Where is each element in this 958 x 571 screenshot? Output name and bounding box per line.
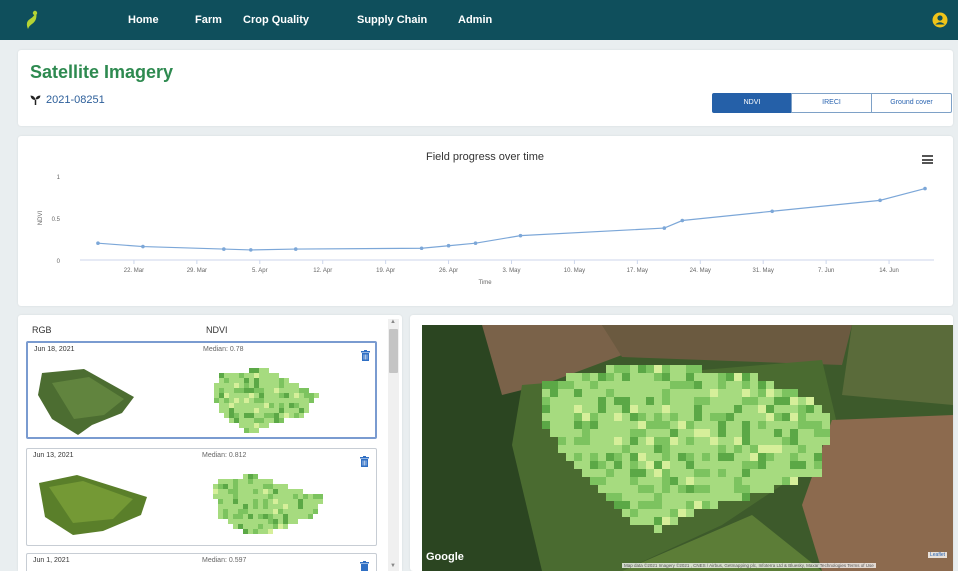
image-card-3[interactable]: Jun 1, 2021 Median: 0.597	[26, 553, 377, 571]
trash-icon[interactable]	[360, 561, 369, 571]
x-tick-label: 22. Mar	[124, 268, 144, 274]
trash-icon[interactable]	[360, 456, 369, 467]
data-point	[446, 243, 451, 248]
field-identifier: 2021-08251	[30, 94, 105, 106]
image-median: Median: 0.812	[202, 452, 247, 459]
ndvi-thumbnail	[214, 368, 319, 433]
nav-home[interactable]: Home	[128, 0, 159, 40]
data-point	[96, 241, 100, 245]
scroll-thumb[interactable]	[389, 329, 398, 373]
data-point	[141, 244, 145, 249]
leaflet-link[interactable]: Leaflet	[928, 552, 948, 558]
data-point	[878, 198, 882, 203]
data-point	[518, 233, 523, 238]
top-navigation-bar: Home Farm Crop Quality Supply Chain Admi…	[0, 0, 958, 40]
x-tick-label: 14. Jun	[879, 268, 899, 274]
x-tick-label: 19. Apr	[376, 268, 395, 274]
image-card-1[interactable]: Jun 18, 2021 Median: 0.78	[26, 341, 377, 439]
x-tick-label: 24. May	[690, 268, 711, 274]
x-tick-label: 12. Apr	[313, 268, 332, 274]
chart-canvas: Field progress over time 1 0.5 0 NDVI 22. Mar…	[38, 151, 934, 286]
x-axis-label: Time	[478, 280, 492, 286]
data-point	[473, 241, 478, 245]
chart-title: Field progress over time	[426, 151, 544, 163]
x-tick-label: 26. Apr	[439, 268, 458, 274]
y-axis-label: NDVI	[38, 211, 44, 226]
page-header: Satellite Imagery 2021-08251 NDVI IRECI …	[18, 50, 953, 126]
seedling-icon	[30, 95, 41, 105]
x-tick-label: 7. Jun	[818, 268, 834, 274]
imagery-list: RGB NDVI Jun 18, 2021 Median: 0.78 Jun 1…	[18, 315, 402, 571]
trash-icon[interactable]	[361, 350, 370, 361]
data-point	[923, 186, 927, 191]
nav-crop-quality[interactable]: Crop Quality	[243, 0, 309, 40]
data-point	[293, 247, 298, 251]
rgb-column-header: RGB	[32, 325, 52, 335]
data-point	[419, 246, 424, 251]
data-point	[249, 248, 253, 252]
image-date: Jun 1, 2021	[33, 557, 70, 564]
rgb-thumbnail	[39, 475, 147, 535]
user-icon[interactable]	[932, 12, 948, 28]
ndvi-thumbnail	[213, 474, 323, 534]
data-point	[770, 209, 774, 214]
page-title: Satellite Imagery	[30, 62, 174, 82]
hamburger-menu-icon[interactable]	[922, 155, 933, 164]
y-tick-label: 0	[57, 259, 61, 265]
rgb-thumbnail	[38, 369, 134, 435]
image-date: Jun 13, 2021	[33, 452, 74, 459]
scroll-down-icon[interactable]: ▼	[390, 563, 396, 569]
map-canvas[interactable]	[422, 325, 953, 571]
leaf-logo-icon[interactable]	[24, 10, 38, 30]
nav-farm[interactable]: Farm	[195, 0, 222, 40]
x-tick-label: 31. May	[753, 268, 774, 274]
x-tick-label: 10. May	[564, 268, 585, 274]
data-point	[222, 247, 226, 251]
x-tick-label: 5. Apr	[252, 268, 268, 274]
x-tick-label: 29. Mar	[187, 268, 207, 274]
index-toggle-ndvi[interactable]: NDVI	[712, 93, 792, 113]
index-toggle-ireci[interactable]: IRECI	[791, 93, 872, 113]
scroll-up-icon[interactable]: ▲	[390, 319, 396, 325]
list-scrollbar[interactable]: ▲ ▼	[388, 319, 399, 571]
satellite-map[interactable]: Google Leaflet Map data ©2021 Imagery ©2…	[410, 315, 953, 571]
image-median: Median: 0.597	[202, 557, 247, 564]
x-tick-label: 3. May	[502, 268, 520, 274]
image-median: Median: 0.78	[203, 346, 244, 353]
x-tick-label: 17. May	[627, 268, 648, 274]
ndvi-series-line	[97, 188, 926, 251]
field-progress-chart: Field progress over time 1 0.5 0 NDVI 22. Mar…	[18, 136, 953, 306]
image-card-2[interactable]: Jun 13, 2021 Median: 0.812	[26, 448, 377, 546]
field-id-text: 2021-08251	[46, 94, 105, 106]
image-date: Jun 18, 2021	[34, 346, 75, 353]
ndvi-column-header: NDVI	[206, 325, 228, 335]
index-toggle-ground-cover[interactable]: Ground cover	[871, 93, 952, 113]
y-tick-label: 1	[57, 175, 61, 181]
data-point	[662, 226, 667, 230]
map-attribution: Map data ©2021 Imagery ©2021 , CNES / Ai…	[622, 563, 876, 568]
nav-supply-chain[interactable]: Supply Chain	[357, 0, 427, 40]
google-logo: Google	[426, 551, 464, 563]
y-tick-label: 0.5	[52, 217, 61, 223]
data-point	[680, 218, 685, 223]
nav-admin[interactable]: Admin	[458, 0, 492, 40]
